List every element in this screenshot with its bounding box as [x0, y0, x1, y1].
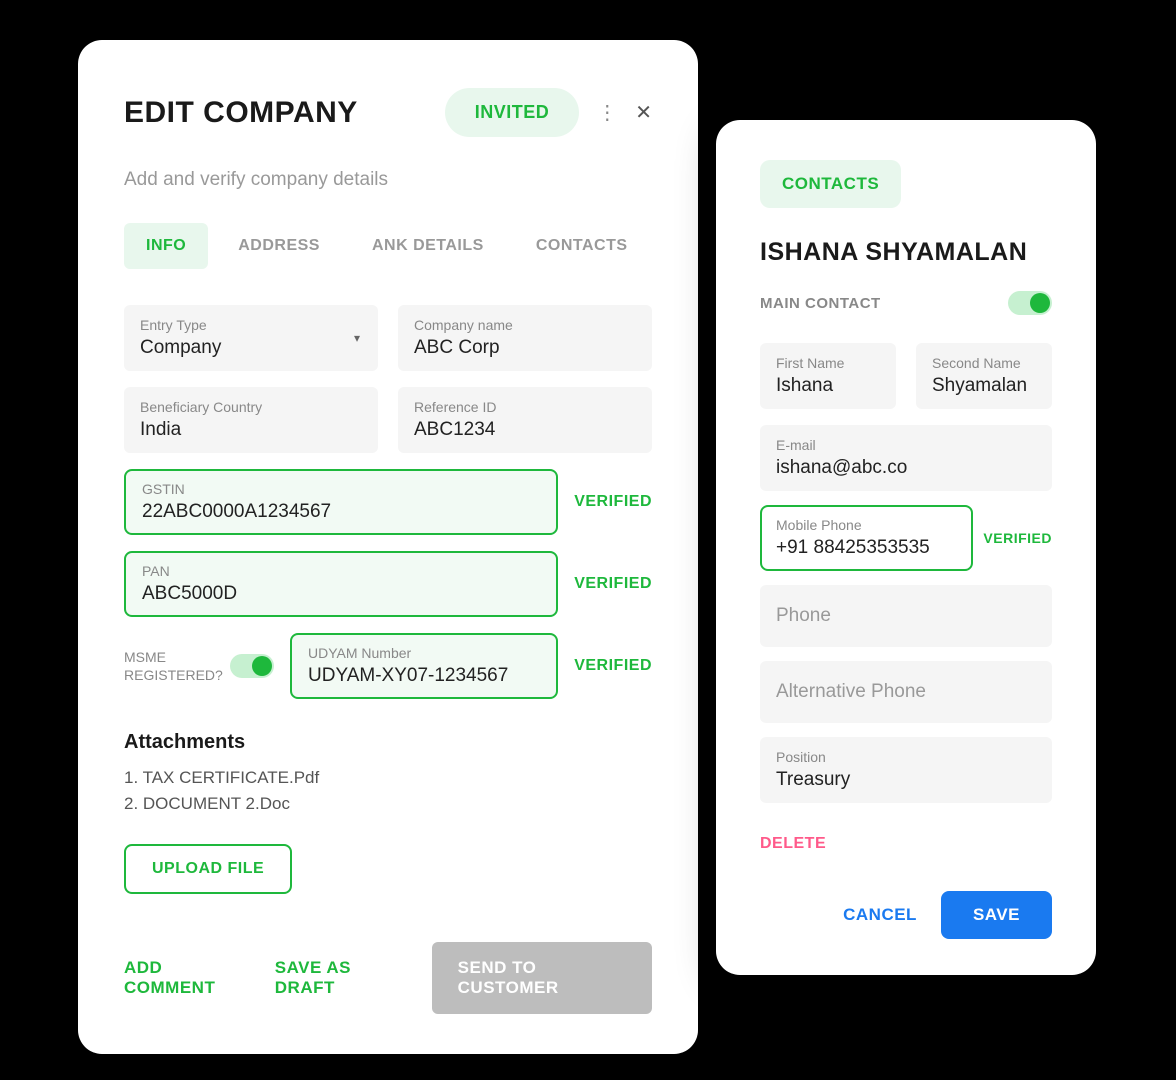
first-name-value: Ishana [776, 375, 880, 397]
position-field[interactable]: Position Treasury [760, 737, 1052, 803]
first-name-field[interactable]: First Name Ishana [760, 343, 896, 409]
delete-button[interactable]: DELETE [760, 835, 826, 853]
header-row: EDIT COMPANY INVITED ⋮ ✕ [124, 88, 652, 137]
entry-type-value: Company [140, 337, 362, 359]
company-name-label: Company name [414, 317, 636, 333]
first-name-label: First Name [776, 355, 880, 371]
cancel-button[interactable]: CANCEL [843, 905, 917, 925]
edit-company-card: EDIT COMPANY INVITED ⋮ ✕ Add and verify … [78, 40, 698, 1054]
subtitle: Add and verify company details [124, 169, 652, 191]
gstin-verified-badge: VERIFIED [574, 493, 652, 511]
beneficiary-country-field[interactable]: Beneficiary Country India [124, 387, 378, 453]
contacts-badge: CONTACTS [760, 160, 901, 208]
gstin-field[interactable]: GSTIN 22ABC0000A1234567 [124, 469, 558, 535]
beneficiary-country-label: Beneficiary Country [140, 399, 362, 415]
add-comment-button[interactable]: ADD COMMENT [124, 958, 247, 998]
close-icon[interactable]: ✕ [635, 100, 652, 125]
position-value: Treasury [776, 769, 1036, 791]
email-field[interactable]: E-mail ishana@abc.co [760, 425, 1052, 491]
pan-value: ABC5000D [142, 583, 540, 605]
msme-toggle[interactable] [230, 654, 274, 678]
save-draft-button[interactable]: SAVE AS DRAFT [275, 958, 404, 998]
main-contact-label: MAIN CONTACT [760, 295, 881, 312]
udyam-label: UDYAM Number [308, 645, 540, 661]
send-to-customer-button[interactable]: SEND TO CUSTOMER [432, 942, 652, 1014]
tab-ank-details[interactable]: ANK DETAILS [350, 223, 506, 269]
reference-id-value: ABC1234 [414, 419, 636, 441]
company-name-value: ABC Corp [414, 337, 636, 359]
save-button[interactable]: SAVE [941, 891, 1052, 939]
right-footer: CANCEL SAVE [760, 891, 1052, 939]
mobile-phone-field[interactable]: Mobile Phone +91 88425353535 [760, 505, 973, 571]
main-contact-toggle[interactable] [1008, 291, 1052, 315]
reference-id-label: Reference ID [414, 399, 636, 415]
gstin-value: 22ABC0000A1234567 [142, 501, 540, 523]
udyam-field[interactable]: UDYAM Number UDYAM-XY07-1234567 [290, 633, 558, 699]
header-actions: INVITED ⋮ ✕ [445, 88, 652, 137]
gstin-label: GSTIN [142, 481, 540, 497]
company-name-field[interactable]: Company name ABC Corp [398, 305, 652, 371]
contact-card: CONTACTS ISHANA SHYAMALAN MAIN CONTACT F… [716, 120, 1096, 975]
entry-type-label: Entry Type [140, 317, 362, 333]
attachment-item[interactable]: 2. DOCUMENT 2.Doc [124, 794, 652, 814]
footer-actions: ADD COMMENT SAVE AS DRAFT SEND TO CUSTOM… [124, 942, 652, 1014]
msme-label: MSME REGISTERED? [124, 648, 214, 684]
entry-type-select[interactable]: Entry Type Company [124, 305, 378, 371]
tab-contacts[interactable]: CONTACTS [514, 223, 650, 269]
attachment-item[interactable]: 1. TAX CERTIFICATE.Pdf [124, 768, 652, 788]
phone-field[interactable]: Phone [760, 585, 1052, 647]
page-title: EDIT COMPANY [124, 96, 358, 130]
second-name-value: Shyamalan [932, 375, 1036, 397]
second-name-field[interactable]: Second Name Shyamalan [916, 343, 1052, 409]
position-label: Position [776, 749, 1036, 765]
pan-verified-badge: VERIFIED [574, 575, 652, 593]
mobile-phone-value: +91 88425353535 [776, 537, 957, 559]
mobile-verified-badge: VERIFIED [983, 530, 1052, 546]
email-label: E-mail [776, 437, 1036, 453]
tab-address[interactable]: ADDRESS [216, 223, 342, 269]
attachments-title: Attachments [124, 731, 652, 754]
reference-id-field[interactable]: Reference ID ABC1234 [398, 387, 652, 453]
pan-field[interactable]: PAN ABC5000D [124, 551, 558, 617]
beneficiary-country-value: India [140, 419, 362, 441]
mobile-phone-label: Mobile Phone [776, 517, 957, 533]
second-name-label: Second Name [932, 355, 1036, 371]
udyam-verified-badge: VERIFIED [574, 657, 652, 675]
email-value: ishana@abc.co [776, 457, 1036, 479]
tabs: INFO ADDRESS ANK DETAILS CONTACTS [124, 223, 652, 269]
upload-file-button[interactable]: UPLOAD FILE [124, 844, 292, 894]
status-badge: INVITED [445, 88, 580, 137]
more-icon[interactable]: ⋮ [597, 100, 617, 125]
udyam-value: UDYAM-XY07-1234567 [308, 665, 540, 687]
tab-info[interactable]: INFO [124, 223, 208, 269]
contact-name: ISHANA SHYAMALAN [760, 238, 1052, 267]
pan-label: PAN [142, 563, 540, 579]
alt-phone-field[interactable]: Alternative Phone [760, 661, 1052, 723]
